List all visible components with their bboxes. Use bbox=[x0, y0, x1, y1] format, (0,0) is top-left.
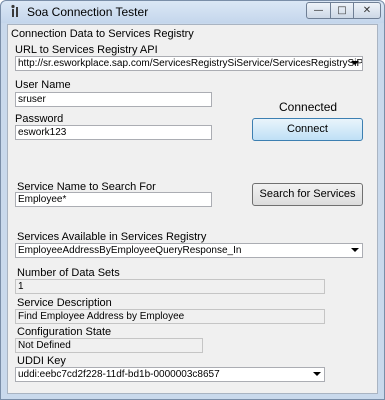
minimize-button[interactable]: — bbox=[306, 2, 331, 19]
url-combobox[interactable]: http://sr.esworkplace.sap.com/ServicesRe… bbox=[15, 56, 363, 71]
user-name-field[interactable]: sruser bbox=[15, 92, 212, 107]
user-name-label: User Name bbox=[15, 79, 71, 91]
app-window: Soa Connection Tester — □ ✕ Connection D… bbox=[0, 0, 385, 400]
search-services-button[interactable]: Search for Services bbox=[252, 183, 363, 206]
chevron-down-icon[interactable] bbox=[313, 372, 321, 376]
datasets-value: 1 bbox=[18, 281, 24, 292]
password-field[interactable]: eswork123 bbox=[15, 125, 212, 140]
maximize-button[interactable]: □ bbox=[330, 2, 354, 19]
services-available-label: Services Available in Services Registry bbox=[17, 231, 207, 243]
url-value: http://sr.esworkplace.sap.com/ServicesRe… bbox=[18, 58, 363, 69]
close-icon: ✕ bbox=[362, 5, 372, 16]
connection-group-label: Connection Data to Services Registry bbox=[11, 28, 194, 40]
config-state-value: Not Defined bbox=[18, 340, 71, 351]
description-field: Find Employee Address by Employee bbox=[15, 309, 325, 324]
password-value: eswork123 bbox=[18, 127, 67, 138]
user-name-value: sruser bbox=[18, 94, 46, 105]
description-value: Find Employee Address by Employee bbox=[18, 311, 185, 322]
chevron-down-icon[interactable] bbox=[351, 248, 359, 252]
search-field[interactable]: Employee* bbox=[15, 192, 212, 207]
minimize-icon: — bbox=[313, 5, 324, 16]
description-label: Service Description bbox=[17, 297, 112, 309]
search-value: Employee* bbox=[18, 194, 67, 205]
close-button[interactable]: ✕ bbox=[353, 2, 381, 19]
connection-status: Connected bbox=[279, 100, 338, 114]
config-state-field: Not Defined bbox=[15, 338, 203, 353]
window-title: Soa Connection Tester bbox=[27, 5, 149, 19]
uddi-key-value: uddi:eebc7cd2f228-11df-bd1b-0000003c8657 bbox=[18, 369, 220, 380]
title-bar[interactable]: Soa Connection Tester — □ ✕ bbox=[1, 1, 384, 23]
config-state-label: Configuration State bbox=[17, 326, 112, 338]
app-icon bbox=[11, 4, 18, 17]
uddi-key-label: UDDI Key bbox=[17, 355, 66, 367]
chevron-down-icon[interactable] bbox=[351, 61, 359, 65]
uddi-key-combobox[interactable]: uddi:eebc7cd2f228-11df-bd1b-0000003c8657 bbox=[15, 367, 325, 382]
maximize-icon: □ bbox=[337, 5, 347, 16]
url-label: URL to Services Registry API bbox=[15, 44, 158, 56]
form-area: Connection Data to Services Registry URL… bbox=[7, 24, 378, 394]
connect-button[interactable]: Connect bbox=[252, 118, 363, 141]
datasets-field: 1 bbox=[15, 279, 325, 294]
services-combobox[interactable]: EmployeeAddressByEmployeeQueryResponse_I… bbox=[15, 243, 363, 258]
password-label: Password bbox=[15, 113, 64, 125]
datasets-label: Number of Data Sets bbox=[17, 267, 120, 279]
services-selected: EmployeeAddressByEmployeeQueryResponse_I… bbox=[18, 245, 242, 256]
